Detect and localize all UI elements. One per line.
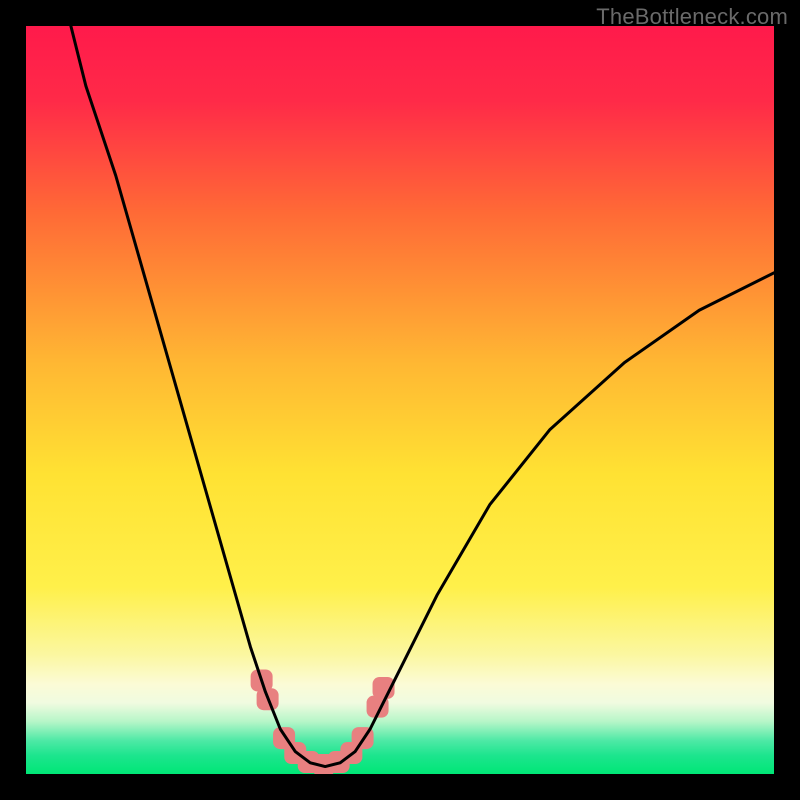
- watermark-label: TheBottleneck.com: [596, 4, 788, 30]
- curve-layer: [26, 26, 774, 774]
- plot-area: [26, 26, 774, 774]
- chart-frame: TheBottleneck.com: [0, 0, 800, 800]
- bottleneck-curve: [71, 26, 774, 767]
